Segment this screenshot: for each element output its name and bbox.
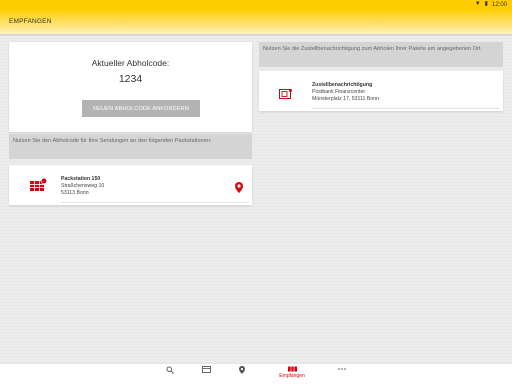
nav-item-more[interactable] bbox=[327, 366, 357, 384]
packstation-list-item[interactable]: Packstation 150 Straßchensweg 10 53113 B… bbox=[9, 165, 252, 205]
packstation-city: 53113 Bonn bbox=[61, 190, 89, 196]
search-parcel-icon bbox=[166, 366, 174, 374]
divider bbox=[312, 108, 500, 109]
pickup-code-value: 1234 bbox=[118, 73, 143, 85]
packstation-icon bbox=[30, 177, 48, 197]
location-pin-icon[interactable] bbox=[235, 180, 243, 198]
delivery-notice-list-item[interactable]: Zustellbenachrichtigung Postbank Finanzc… bbox=[259, 71, 503, 111]
nav-item-search[interactable] bbox=[155, 366, 185, 384]
bottom-navigation: Empfangen bbox=[0, 363, 512, 384]
packstation-name: Packstation 150 bbox=[61, 176, 101, 182]
receive-icon bbox=[287, 366, 297, 372]
notice-title: Zustellbenachrichtigung bbox=[312, 82, 373, 88]
status-bar: ▼ ▮ 12:00 bbox=[0, 0, 512, 9]
location-pin-icon bbox=[239, 366, 245, 374]
request-new-code-button[interactable]: NEUEN ABHOLCODE ANFORDERN bbox=[82, 100, 200, 117]
notice-place: Postbank Finanzcenter bbox=[312, 89, 366, 95]
notice-info-banner: Nutzen Sie die Zustellbenachrichtigung z… bbox=[259, 42, 503, 67]
app-bar: EMPFANGEN bbox=[0, 9, 512, 34]
page-title: EMPFANGEN bbox=[9, 18, 52, 25]
nav-label-receive: Empfangen bbox=[279, 373, 305, 379]
pickup-code-card: Aktueller Abholcode: 1234 NEUEN ABHOLCOD… bbox=[9, 42, 252, 132]
status-time: 12:00 bbox=[491, 1, 507, 8]
battery-icon: ▮ bbox=[484, 1, 488, 7]
divider bbox=[61, 202, 249, 203]
wifi-icon: ▼ bbox=[474, 1, 481, 7]
nav-item-send[interactable] bbox=[191, 366, 221, 384]
parcel-box-icon bbox=[201, 366, 211, 373]
pickup-code-label: Aktueller Abholcode: bbox=[91, 58, 170, 68]
nav-item-locations[interactable] bbox=[227, 366, 257, 384]
notice-address: Münsterplatz 17, 53111 Bonn bbox=[312, 96, 379, 102]
packstation-street: Straßchensweg 10 bbox=[61, 183, 105, 189]
postbank-notice-icon bbox=[279, 88, 293, 106]
stations-info-banner: Nutzen Sie den Abholcode für Ihre Sendun… bbox=[9, 134, 252, 159]
more-icon bbox=[338, 366, 346, 372]
nav-item-receive[interactable]: Empfangen bbox=[277, 366, 307, 384]
